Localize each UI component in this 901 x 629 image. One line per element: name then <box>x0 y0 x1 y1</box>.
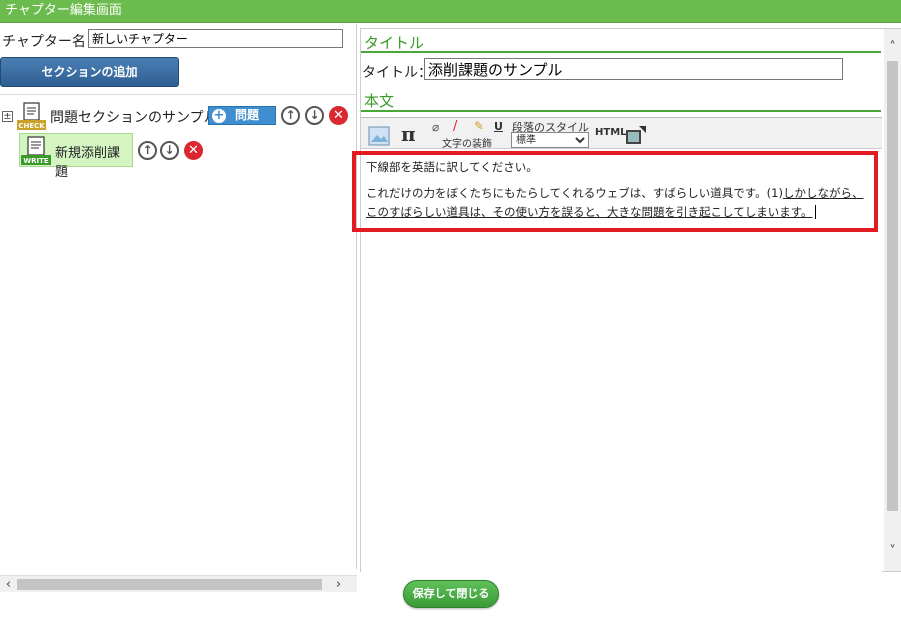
editor-toolbar: π ⌀ / ✎ U 文字の装飾 段落のスタイル 標準 HTML <box>361 117 882 150</box>
paragraph-style-select[interactable]: 標準 <box>511 132 589 148</box>
move-up-icon[interactable]: ↑ <box>281 106 300 125</box>
tree-item-write[interactable]: WRITE 新規添削課題 <box>19 133 133 180</box>
plus-icon: + <box>212 108 226 123</box>
title-section-heading: タイトル <box>364 34 425 52</box>
body-section-divider <box>361 110 881 112</box>
scroll-thumb[interactable] <box>17 579 322 590</box>
check-icon-text: CHECK <box>18 122 45 130</box>
section-tree: ± CHECK 問題セクションのサンプル + 問題 ↑ ↓ ✕ WRITE 新規… <box>0 94 357 554</box>
title-input[interactable] <box>424 58 843 80</box>
add-section-button[interactable]: セクションの追加 <box>0 57 179 87</box>
scroll-down-icon[interactable]: ˅ <box>884 543 901 560</box>
scroll-right-icon[interactable]: › <box>330 576 347 593</box>
text-decoration-label: 文字の装飾 <box>442 139 492 150</box>
vertical-scrollbar[interactable]: ˄ ˅ <box>884 29 901 571</box>
move-down-icon[interactable]: ↓ <box>305 106 324 125</box>
highlight-box <box>352 151 878 232</box>
underline-button[interactable]: U <box>494 120 503 133</box>
chapter-tree-pane: チャプター名： セクションの追加 ± CHECK 問題セクションのサンプル + … <box>0 24 357 592</box>
delete-section-icon[interactable]: ✕ <box>329 106 348 125</box>
body-section-heading: 本文 <box>364 92 395 110</box>
highlight-pen-icon[interactable]: / <box>453 119 457 134</box>
pi-icon[interactable]: π <box>401 122 416 146</box>
eraser-icon[interactable]: ⌀ <box>432 120 439 134</box>
item-move-down-icon[interactable]: ↓ <box>160 141 179 160</box>
add-question-button[interactable]: + 問題 <box>208 106 276 125</box>
save-and-close-button[interactable]: 保存して閉じる <box>403 580 499 608</box>
marker-icon[interactable]: ✎ <box>474 119 484 133</box>
chapter-name-label: チャプター名： <box>2 34 100 50</box>
check-section-icon: CHECK <box>17 102 46 130</box>
delete-item-icon[interactable]: ✕ <box>184 141 203 160</box>
item-move-up-icon[interactable]: ↑ <box>138 141 157 160</box>
title-label: タイトル： <box>362 65 432 81</box>
fullscreen-icon[interactable] <box>625 124 647 146</box>
title-section-divider <box>361 51 881 53</box>
add-question-label: 問題 <box>235 108 260 122</box>
chapter-editor-pane: タイトル タイトル： 本文 π ⌀ / ✎ U 文字の装飾 段落のスタイル 標準… <box>352 28 901 572</box>
window-title: チャプター編集画面 <box>0 0 901 23</box>
pane-divider <box>356 24 357 569</box>
tree-item-label: 新規添削課題 <box>55 146 121 180</box>
vertical-scroll-thumb[interactable] <box>887 61 898 511</box>
section-label[interactable]: 問題セクションのサンプル <box>50 107 218 127</box>
write-icon-text: WRITE <box>23 157 48 165</box>
expand-toggle[interactable]: ± <box>2 111 13 122</box>
scroll-left-icon[interactable]: ‹ <box>0 576 17 593</box>
chapter-name-input[interactable] <box>88 29 343 48</box>
insert-image-icon[interactable] <box>368 126 390 146</box>
html-source-button[interactable]: HTML <box>595 127 627 138</box>
write-assignment-icon: WRITE <box>21 136 51 165</box>
horizontal-scrollbar[interactable]: ‹ › <box>0 575 357 592</box>
scroll-up-icon[interactable]: ˄ <box>884 39 901 56</box>
